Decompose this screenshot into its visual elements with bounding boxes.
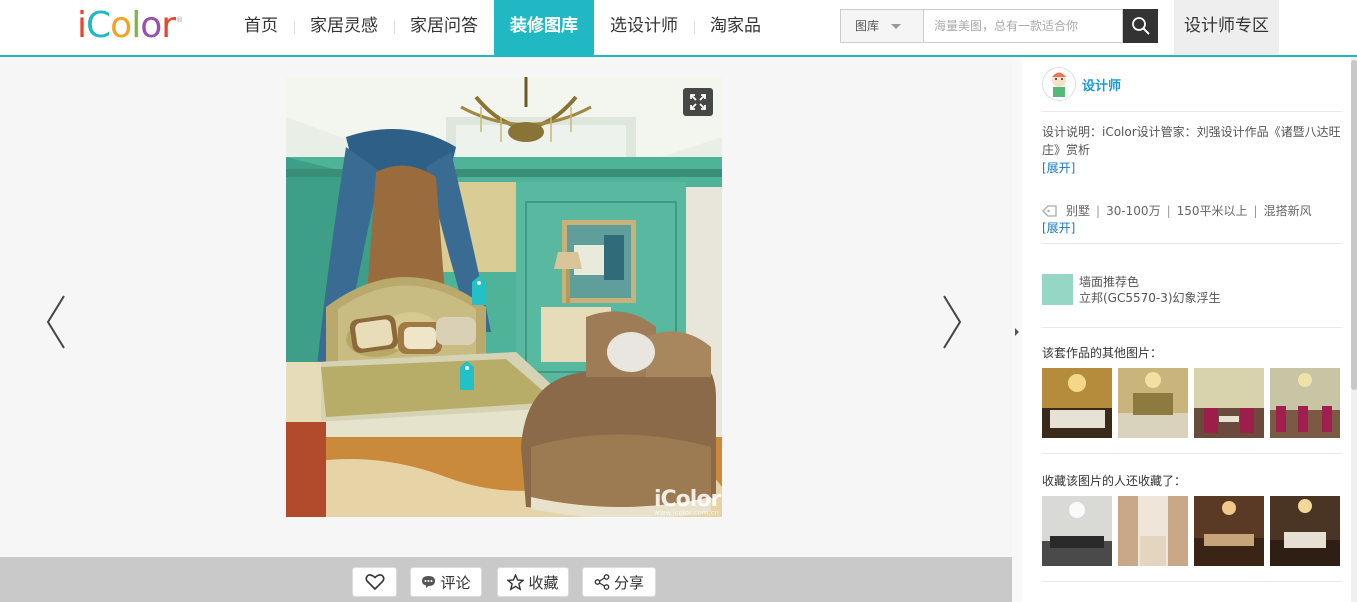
search-button[interactable] — [1123, 9, 1158, 43]
avatar-image — [1043, 68, 1075, 100]
comment-button[interactable]: 评论 — [410, 567, 482, 597]
divider — [1042, 581, 1342, 582]
nav-inspiration[interactable]: 家居灵感 — [294, 0, 394, 55]
tag-pin-icon[interactable] — [470, 276, 488, 306]
design-description: 设计说明：iColor设计管家：刘强设计作品《诸暨八达旺庄》赏析 — [1042, 125, 1341, 157]
fullscreen-button[interactable] — [683, 88, 713, 116]
logo-letter: l — [131, 5, 141, 46]
wall-color-title: 墙面推荐色 — [1079, 275, 1140, 289]
nav-gallery[interactable]: 装修图库 — [494, 0, 594, 55]
wall-color-name[interactable]: 立邦(GC5570-3)幻象浮生 — [1079, 290, 1221, 306]
next-image-button[interactable] — [938, 292, 968, 352]
avatar[interactable] — [1042, 67, 1076, 101]
thumbnail-image — [1042, 496, 1112, 566]
arrow-left-icon — [46, 295, 65, 349]
sidebar-collapse-toggle[interactable] — [1012, 57, 1022, 602]
other-image-thumb[interactable] — [1270, 368, 1340, 438]
designer-name-link[interactable]: 设计师 — [1082, 75, 1121, 94]
main-nav: 首页 家居灵感 家居问答 装修图库 选设计师 淘家品 — [228, 0, 777, 55]
divider — [1042, 453, 1342, 454]
thumbnail-image — [1118, 368, 1188, 438]
search-bar: 图库 — [840, 9, 1158, 43]
nav-shop[interactable]: 淘家品 — [694, 0, 777, 55]
top-header: iColor® 首页 家居灵感 家居问答 装修图库 选设计师 淘家品 图库 设计… — [0, 0, 1357, 57]
star-icon — [507, 573, 525, 591]
collected-image-thumb[interactable] — [1270, 496, 1340, 566]
comment-icon — [422, 576, 436, 588]
watermark-url: www.icolor.com.cn — [654, 509, 719, 517]
nav-home[interactable]: 首页 — [228, 0, 294, 55]
logo-letter: i — [77, 5, 87, 46]
thumbnail-image — [1270, 368, 1340, 438]
collect-button[interactable]: 收藏 — [497, 567, 569, 597]
divider — [1042, 243, 1342, 244]
bedroom-photo[interactable]: iColor www.icolor.com.cn — [286, 77, 722, 517]
other-images-title: 该套作品的其他图片： — [1042, 346, 1163, 360]
collected-image-thumb[interactable] — [1194, 496, 1264, 566]
thumbnail-image — [1270, 496, 1340, 566]
share-button[interactable]: 分享 — [582, 567, 656, 597]
thumbnail-image — [1042, 368, 1112, 438]
sidebar-scrollbar-thumb[interactable] — [1351, 60, 1357, 390]
project-tags: 别墅 | 30-100万 | 150平米以上 | 混搭新风 — [1042, 202, 1312, 219]
collect-label: 收藏 — [528, 573, 559, 592]
icolor-logo[interactable]: i Co l o r ® — [77, 5, 183, 46]
designer-zone-link[interactable]: 设计师专区 — [1174, 0, 1279, 55]
search-icon — [1131, 17, 1150, 35]
other-image-thumb[interactable] — [1118, 368, 1188, 438]
logo-letter: o — [110, 5, 132, 46]
other-images-list — [1042, 368, 1340, 438]
action-bar: 评论 收藏 分享 — [0, 557, 1012, 602]
share-label: 分享 — [613, 573, 644, 592]
divider — [1042, 111, 1342, 112]
wall-color-info: 墙面推荐色 立邦(GC5570-3)幻象浮生 — [1079, 274, 1221, 306]
also-collected-list — [1042, 496, 1340, 566]
like-button[interactable] — [352, 567, 397, 597]
logo-letter: o — [140, 5, 162, 46]
collected-image-thumb[interactable] — [1042, 496, 1112, 566]
tag-budget[interactable]: 30-100万 — [1106, 202, 1161, 219]
tag-icon — [1042, 204, 1057, 217]
prev-image-button[interactable] — [40, 292, 70, 352]
comment-label: 评论 — [440, 573, 471, 592]
nav-qa[interactable]: 家居问答 — [394, 0, 494, 55]
thumbnail-image — [1118, 496, 1188, 566]
wall-color-swatch[interactable] — [1042, 274, 1073, 305]
collected-image-thumb[interactable] — [1118, 496, 1188, 566]
fullscreen-icon — [690, 94, 706, 110]
other-image-thumb[interactable] — [1194, 368, 1264, 438]
tag-area[interactable]: 150平米以上 — [1177, 202, 1248, 219]
bedroom-illustration — [286, 77, 722, 517]
logo-registered-mark: ® — [176, 16, 183, 24]
thumbnail-image — [1194, 496, 1264, 566]
expand-tags-link[interactable]: [展开] — [1042, 219, 1075, 236]
thumbnail-image — [1194, 368, 1264, 438]
logo-letter: r — [161, 5, 176, 46]
chevron-down-icon — [891, 23, 902, 29]
tag-type[interactable]: 别墅 — [1066, 202, 1090, 219]
arrow-right-icon — [943, 295, 962, 349]
search-input[interactable] — [924, 9, 1123, 43]
expand-description-link[interactable]: [展开] — [1042, 159, 1075, 176]
search-category-label: 图库 — [855, 19, 880, 33]
designer-info: 设计师 — [1042, 67, 1121, 101]
nav-designers[interactable]: 选设计师 — [594, 0, 694, 55]
also-collected-title: 收藏该图片的人还收藏了： — [1042, 474, 1187, 488]
logo-letter: C — [86, 5, 111, 46]
other-image-thumb[interactable] — [1042, 368, 1112, 438]
image-viewer: iColor www.icolor.com.cn — [0, 57, 1012, 557]
chevron-right-icon — [1015, 328, 1019, 336]
tag-style[interactable]: 混搭新风 — [1264, 202, 1312, 219]
heart-icon — [364, 574, 385, 591]
divider — [1042, 327, 1342, 328]
search-category-select[interactable]: 图库 — [840, 9, 924, 43]
share-icon — [594, 574, 610, 590]
tag-pin-icon[interactable] — [458, 361, 476, 391]
info-sidebar: 设计师 设计说明：iColor设计管家：刘强设计作品《诸暨八达旺庄》赏析 [展开… — [1022, 57, 1357, 602]
